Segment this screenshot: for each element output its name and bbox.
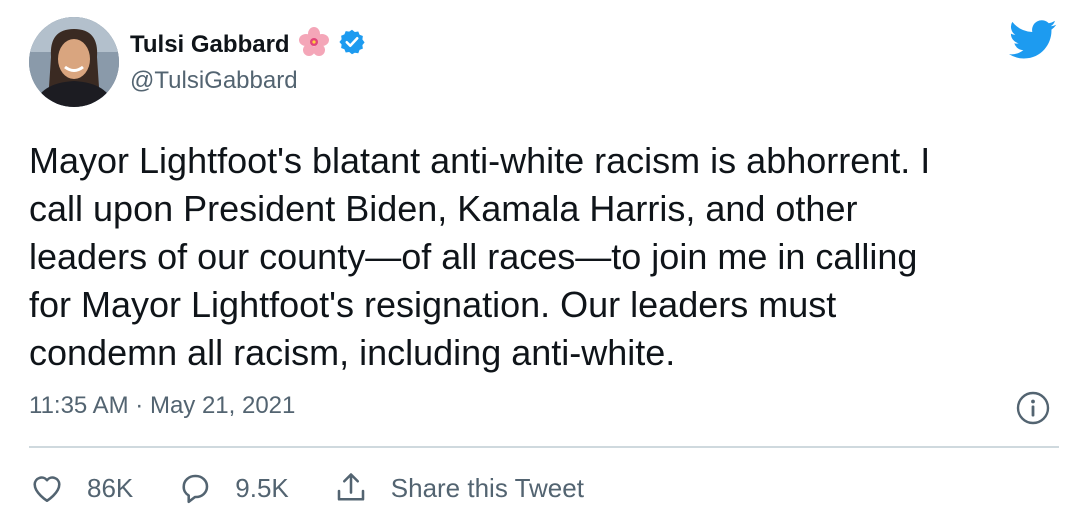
comment-bubble-icon xyxy=(182,474,209,504)
share-label: Share this Tweet xyxy=(390,472,584,503)
user-handle[interactable]: @TulsiGabbard xyxy=(130,67,298,95)
divider xyxy=(29,446,1059,448)
info-icon[interactable] xyxy=(1015,390,1051,426)
reply-button[interactable]: 9.5K xyxy=(177,470,289,506)
heart-icon xyxy=(33,476,61,503)
author-name-row[interactable]: Tulsi Gabbard xyxy=(130,26,366,63)
twitter-bird-icon[interactable] xyxy=(1009,20,1057,65)
verified-badge-icon xyxy=(338,28,366,61)
tweet-timestamp[interactable]: 11:35 AM · May 21, 2021 xyxy=(29,392,295,420)
hibiscus-flower-icon xyxy=(298,26,330,63)
share-upload-icon xyxy=(337,473,365,501)
reply-count: 9.5K xyxy=(235,472,289,503)
tweet-text: Mayor Lightfoot's blatant anti-white rac… xyxy=(29,140,931,373)
like-button[interactable]: 86K xyxy=(29,470,133,506)
display-name[interactable]: Tulsi Gabbard xyxy=(130,31,290,59)
tweet-actions: 86K 9.5K Share this Tweet xyxy=(29,470,584,506)
share-tweet-button[interactable]: Share this Tweet xyxy=(333,470,584,506)
avatar[interactable] xyxy=(29,17,119,107)
like-count: 86K xyxy=(87,472,134,503)
